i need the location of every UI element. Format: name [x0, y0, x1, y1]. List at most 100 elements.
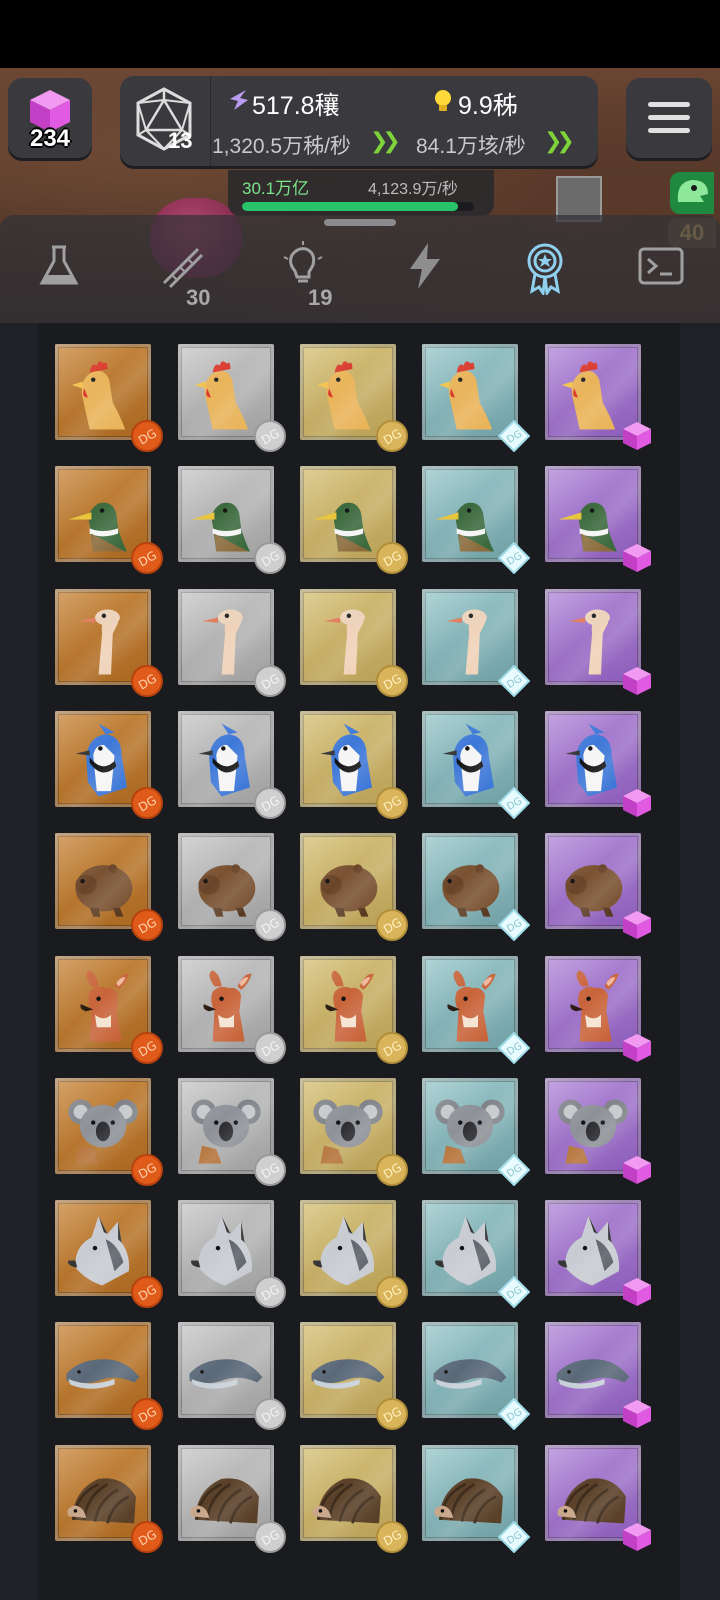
beaver-silver-card[interactable]: DG: [178, 833, 286, 942]
collection-row-beaver: DG DG DG DG: [38, 833, 680, 957]
duck-gold-card[interactable]: DG: [300, 466, 408, 575]
chicken-silver-card[interactable]: DG: [178, 344, 286, 452]
ostrich-bronze-card[interactable]: DG: [55, 588, 163, 697]
bronze-badge-icon: DG: [131, 664, 163, 697]
whale-silver-card[interactable]: DG: [178, 1322, 286, 1431]
ostrich-silver-card[interactable]: DG: [178, 588, 286, 697]
beaver-diamond-card[interactable]: DG: [422, 833, 530, 942]
whale-purple-gem-card[interactable]: [545, 1322, 651, 1429]
resource-panel[interactable]: 13 517.8穰 9.9秭 1,320.5万秭/秒 ❯❯ 84.1万垓/秒 ❯…: [120, 76, 598, 166]
duck-diamond-card[interactable]: DG: [422, 466, 530, 575]
collection-row-deer: DG DG DG DG: [38, 955, 680, 1080]
purple-gem-badge-icon: [623, 911, 651, 940]
silver-badge-icon: DG: [254, 909, 286, 942]
terminal-icon: [638, 247, 684, 285]
whale-gold-card[interactable]: DG: [300, 1322, 408, 1431]
collection-row-wolf: DG DG DG DG: [38, 1200, 680, 1324]
blue-jay-diamond-card[interactable]: DG: [422, 710, 530, 819]
gems-button[interactable]: 234: [8, 78, 92, 158]
gold-badge-icon: DG: [376, 1520, 408, 1553]
bronze-badge-icon: DG: [131, 420, 163, 452]
ostrich-purple-gem-card[interactable]: [545, 588, 651, 695]
silver-badge-icon: DG: [254, 1153, 286, 1186]
deer-diamond-card[interactable]: DG: [422, 955, 530, 1064]
bronze-badge-icon: DG: [131, 1398, 163, 1431]
drag-handle[interactable]: [324, 219, 396, 226]
tab-dna[interactable]: 30: [146, 237, 216, 317]
purple-gem-badge-icon: [623, 422, 651, 450]
koala-bronze-card[interactable]: DG: [55, 1077, 163, 1186]
purple-gem-badge-icon: [623, 666, 651, 695]
diamond-badge-icon: DG: [498, 1031, 530, 1064]
ostrich-gold-card[interactable]: DG: [300, 588, 408, 697]
hedgehog-silver-card[interactable]: DG: [178, 1444, 286, 1553]
wolf-bronze-card[interactable]: DG: [55, 1200, 163, 1309]
dino-icon[interactable]: [670, 172, 714, 214]
diamond-badge-icon: DG: [498, 1276, 530, 1309]
collection-row-hedgehog: DG DG DG DG: [38, 1444, 680, 1569]
koala-diamond-card[interactable]: DG: [422, 1077, 530, 1186]
koala-gold-card[interactable]: DG: [300, 1077, 408, 1186]
blue-jay-bronze-card[interactable]: DG: [55, 710, 163, 819]
chicken-purple-gem-card[interactable]: [545, 344, 651, 450]
resource2-rate: 84.1万垓/秒: [416, 135, 526, 158]
resource1-value: 517.8穰: [252, 92, 340, 120]
koala-silver-card[interactable]: DG: [178, 1077, 286, 1186]
gold-badge-icon: DG: [376, 420, 408, 452]
duck-purple-gem-card[interactable]: [545, 466, 651, 573]
bronze-badge-icon: DG: [131, 1031, 163, 1064]
hedgehog-bronze-card[interactable]: DG: [55, 1444, 163, 1553]
hedgehog-diamond-card[interactable]: DG: [422, 1444, 530, 1553]
blue-jay-purple-gem-card[interactable]: [545, 710, 651, 817]
deer-purple-gem-card[interactable]: [545, 955, 651, 1062]
chicken-gold-card[interactable]: DG: [300, 344, 408, 452]
hedgehog-purple-gem-card[interactable]: [545, 1444, 651, 1551]
silver-badge-icon: DG: [254, 786, 286, 819]
wolf-diamond-card[interactable]: DG: [422, 1200, 530, 1309]
collection-row-koala: DG DG DG DG: [38, 1077, 680, 1202]
diamond-badge-icon: DG: [498, 664, 530, 697]
wolf-gold-card[interactable]: DG: [300, 1200, 408, 1309]
resource2-value: 9.9秭: [458, 92, 518, 120]
wolf-purple-gem-card[interactable]: [545, 1200, 651, 1307]
ostrich-diamond-card[interactable]: DG: [422, 588, 530, 697]
duck-silver-card[interactable]: DG: [178, 466, 286, 575]
hedgehog-gold-card[interactable]: DG: [300, 1444, 408, 1553]
lightbulb-small-icon: [435, 90, 451, 111]
gold-badge-icon: DG: [376, 1398, 408, 1431]
tab-science[interactable]: [24, 237, 94, 317]
whale-diamond-card[interactable]: DG: [422, 1322, 530, 1431]
tab-boost[interactable]: [390, 237, 460, 317]
diamond-badge-icon: DG: [498, 909, 530, 942]
diamond-badge-icon: DG: [498, 1520, 530, 1553]
diamond-badge-icon: DG: [498, 420, 530, 452]
silver-badge-icon: DG: [254, 664, 286, 697]
whale-bronze-card[interactable]: DG: [55, 1322, 163, 1431]
tab-console[interactable]: [626, 237, 696, 317]
deer-silver-card[interactable]: DG: [178, 955, 286, 1064]
progress-fill: [242, 202, 458, 211]
koala-purple-gem-card[interactable]: [545, 1077, 651, 1184]
silver-badge-icon: DG: [254, 542, 286, 575]
bronze-badge-icon: DG: [131, 1520, 163, 1553]
chicken-diamond-card[interactable]: DG: [422, 344, 530, 452]
wolf-silver-card[interactable]: DG: [178, 1200, 286, 1309]
dna-icon: [162, 247, 204, 289]
chicken-bronze-card[interactable]: DG: [55, 344, 163, 452]
beaver-purple-gem-card[interactable]: [545, 833, 651, 940]
blue-jay-gold-card[interactable]: DG: [300, 710, 408, 819]
duck-bronze-card[interactable]: DG: [55, 466, 163, 575]
deer-gold-card[interactable]: DG: [300, 955, 408, 1064]
menu-button[interactable]: [626, 78, 712, 158]
progress-panel: 30.1万亿 4,123.9万/秒: [228, 170, 494, 216]
beaver-bronze-card[interactable]: DG: [55, 833, 163, 942]
tab-count: 19: [308, 285, 333, 310]
progress-rate: 4,123.9万/秒: [368, 181, 458, 198]
blue-jay-silver-card[interactable]: DG: [178, 710, 286, 819]
beaver-gold-card[interactable]: DG: [300, 833, 408, 942]
tab-ideas[interactable]: 19: [268, 237, 338, 317]
diamond-badge-icon: DG: [498, 1398, 530, 1431]
deer-bronze-card[interactable]: DG: [55, 955, 163, 1064]
menu-bar: [648, 128, 690, 133]
tab-achievements[interactable]: [510, 237, 580, 317]
